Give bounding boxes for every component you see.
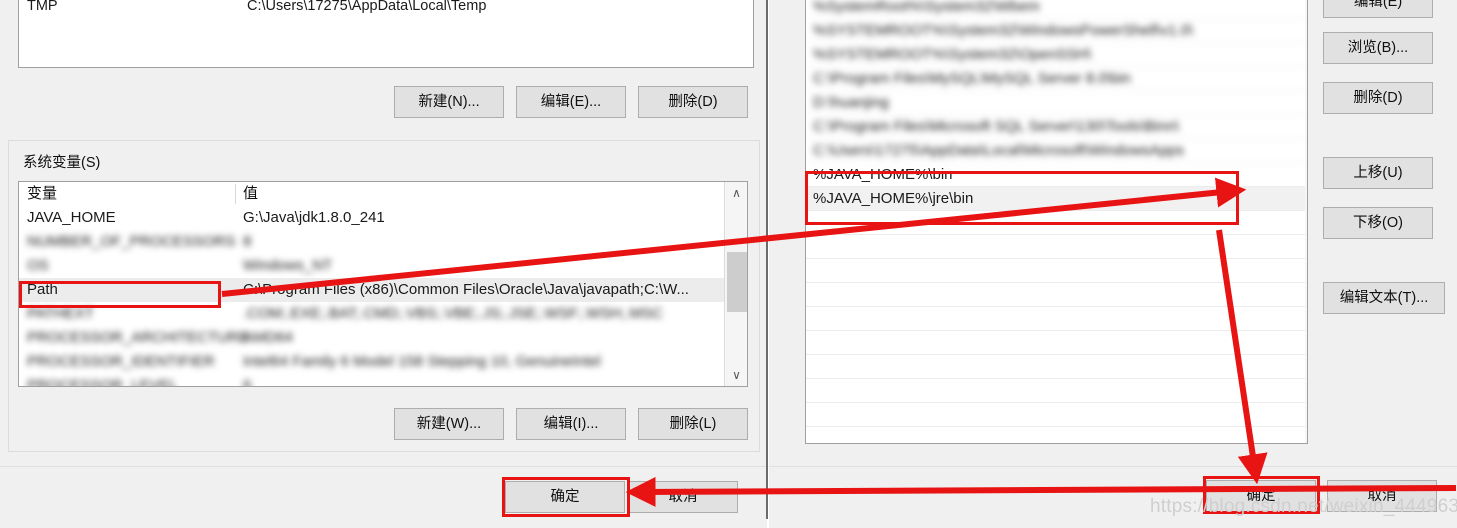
column-header-value: 值 [243,185,259,202]
user-variable-value: C:\Users\17275\AppData\Local\Temp [247,0,487,14]
user-variables-list[interactable]: TMP C:\Users\17275\AppData\Local\Temp [18,0,754,68]
variable-value: C:\Program Files (x86)\Common Files\Orac… [243,281,689,298]
table-header: 变量 值 [19,182,725,206]
path-delete-button[interactable]: 删除(D) [1323,82,1433,114]
variable-value: .COM;.EXE;.BAT;.CMD;.VBS;.VBE;.JS;.JSE;.… [243,305,663,322]
list-item[interactable] [806,283,1307,307]
list-item[interactable] [806,259,1307,283]
system-variables-label: 系统变量(S) [18,151,106,172]
list-item[interactable] [806,379,1307,403]
path-list-scroll-gutter[interactable] [1305,0,1307,443]
list-item[interactable]: %SYSTEMROOT%\System32\OpenSSH\ [806,43,1307,67]
list-item[interactable] [806,403,1307,427]
edit-path-dialog: %SystemRoot%\System32\Wbem %SYSTEMROOT%\… [769,0,1457,528]
system-delete-button[interactable]: 删除(L) [638,408,748,440]
screenshot-root: TMP C:\Users\17275\AppData\Local\Temp 新建… [0,0,1457,528]
list-item[interactable]: C:\Program Files\MySQL\MySQL Server 8.0\… [806,67,1307,91]
variable-name: JAVA_HOME [27,209,116,226]
list-item[interactable] [806,331,1307,355]
table-row[interactable]: JAVA_HOME G:\Java\jdk1.8.0_241 [19,206,725,230]
scroll-down-icon[interactable]: ∨ [725,364,747,386]
variable-name: PROCESSOR_IDENTIFIER [27,353,215,370]
list-item[interactable]: D:\huanjing [806,91,1307,115]
path-edit-button[interactable]: 编辑(E) [1323,0,1433,18]
list-item[interactable]: C:\Users\17275\AppData\Local\Microsoft\W… [806,139,1307,163]
variable-value: Windows_NT [243,257,333,274]
variable-name: NUMBER_OF_PROCESSORS [27,233,236,250]
table-row[interactable]: PROCESSOR_LEVEL 6 [19,374,725,387]
highlight-box-java-home-entries [805,171,1239,225]
user-delete-button[interactable]: 删除(D) [638,86,748,118]
list-item[interactable]: %SystemRoot%\System32\Wbem [806,0,1307,19]
highlight-box-path-row [19,281,221,308]
variable-name: PROCESSOR_ARCHITECTURE [27,329,249,346]
environment-variables-dialog: TMP C:\Users\17275\AppData\Local\Temp 新建… [0,0,767,528]
variable-value: 6 [243,377,252,387]
list-item[interactable] [806,307,1307,331]
system-new-button[interactable]: 新建(W)... [394,408,504,440]
scroll-up-icon[interactable]: ∧ [725,182,747,204]
user-edit-button[interactable]: 编辑(E)... [516,86,626,118]
scrollbar-thumb[interactable] [727,252,747,312]
list-item[interactable]: %SYSTEMROOT%\System32\WindowsPowerShell\… [806,19,1307,43]
table-row[interactable]: PROCESSOR_IDENTIFIER Intel64 Family 6 Mo… [19,350,725,374]
footer-divider [0,466,766,467]
list-item[interactable] [806,235,1307,259]
table-row[interactable]: NUMBER_OF_PROCESSORS 8 [19,230,725,254]
path-move-down-button[interactable]: 下移(O) [1323,207,1433,239]
window-divider [766,0,768,519]
system-edit-button[interactable]: 编辑(I)... [516,408,626,440]
system-list-scrollbar[interactable]: ∧ ∨ [724,182,747,386]
variable-name: PROCESSOR_LEVEL [27,377,178,387]
list-item[interactable] [806,355,1307,379]
table-row[interactable]: PROCESSOR_ARCHITECTURE AMD64 [19,326,725,350]
column-header-variable: 变量 [27,185,58,202]
table-row[interactable]: OS Windows_NT [19,254,725,278]
user-variable-name: TMP [27,0,58,14]
path-browse-button[interactable]: 浏览(B)... [1323,32,1433,64]
list-item[interactable]: TMP C:\Users\17275\AppData\Local\Temp [19,0,753,17]
path-edit-text-button[interactable]: 编辑文本(T)... [1323,282,1445,314]
variable-value: Intel64 Family 6 Model 158 Stepping 10, … [243,353,601,370]
variable-value: 8 [243,233,252,250]
path-move-up-button[interactable]: 上移(U) [1323,157,1433,189]
footer-divider [769,466,1457,467]
list-item[interactable]: C:\Program Files\Microsoft SQL Server\13… [806,115,1307,139]
variable-name: OS [27,257,49,274]
highlight-box-left-ok [502,477,630,517]
user-new-button[interactable]: 新建(N)... [394,86,504,118]
variable-value: G:\Java\jdk1.8.0_241 [243,209,385,226]
column-separator [235,184,236,204]
left-cancel-button[interactable]: 取消 [628,481,738,513]
variable-value: AMD64 [243,329,294,346]
watermark: https://blog.csdn.net/weixin_44496396 [1150,496,1457,517]
